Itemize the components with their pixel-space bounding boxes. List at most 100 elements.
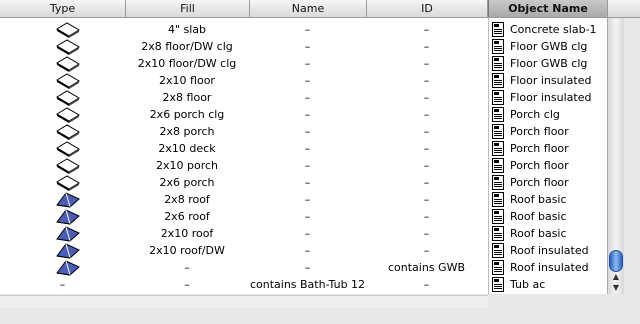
header-filler — [608, 0, 640, 17]
name-cell: – — [304, 193, 311, 206]
document-icon — [492, 90, 504, 105]
object-name-row[interactable]: Porch floor — [489, 174, 607, 191]
object-name-label: Porch floor — [510, 159, 569, 172]
table-row[interactable]: 2x10 floor/DW clg – – — [0, 55, 488, 72]
table-row[interactable]: 2x6 porch – – — [0, 174, 488, 191]
roof-icon — [54, 208, 82, 225]
object-name-row[interactable]: Porch floor — [489, 140, 607, 157]
fill-cell: 2x6 porch — [159, 176, 215, 189]
name-cell: – — [304, 142, 311, 155]
document-icon — [492, 73, 504, 88]
type-cell — [0, 208, 125, 225]
document-icon — [492, 209, 504, 224]
name-cell: – — [304, 108, 311, 121]
column-header-type[interactable]: Type — [0, 0, 126, 17]
type-cell — [0, 174, 125, 191]
object-name-row[interactable]: Roof basic — [489, 191, 607, 208]
horizontal-scroll-area[interactable] — [0, 295, 488, 308]
table-row[interactable]: 2x8 porch – – — [0, 123, 488, 140]
type-cell — [0, 242, 125, 259]
object-name-row[interactable]: Floor insulated — [489, 72, 607, 89]
object-name-label: Roof insulated — [510, 244, 589, 257]
object-name-label: Roof basic — [510, 210, 567, 223]
id-cell: – — [423, 227, 430, 240]
slab-icon — [54, 106, 82, 123]
type-cell — [0, 106, 125, 123]
type-cell — [0, 55, 125, 72]
name-cell: – — [304, 57, 311, 70]
name-cell: – — [304, 244, 311, 257]
column-header-fill[interactable]: Fill — [126, 0, 250, 17]
object-name-row[interactable]: Tub ac — [489, 276, 607, 293]
object-name-row[interactable]: Porch clg — [489, 106, 607, 123]
attributes-table: 4" slab – –2x8 floor/DW clg – –2x10 floor/DW… — [0, 18, 489, 294]
object-name-label: Porch clg — [510, 108, 560, 121]
table-row[interactable]: – – contains GWB — [0, 259, 488, 276]
fill-cell: 2x6 porch clg — [149, 108, 225, 121]
id-cell: – — [423, 57, 430, 70]
fill-cell: 2x8 floor — [162, 91, 212, 104]
object-name-row[interactable]: Floor GWB clg — [489, 55, 607, 72]
object-name-row[interactable]: Roof insulated — [489, 259, 607, 276]
scroll-down-icon[interactable]: ▼ — [608, 282, 624, 293]
type-cell — [0, 191, 125, 208]
name-cell: – — [304, 159, 311, 172]
type-cell — [0, 123, 125, 140]
object-name-row[interactable]: Floor insulated — [489, 89, 607, 106]
table-row[interactable]: 2x8 floor/DW clg – – — [0, 38, 488, 55]
table-row[interactable]: 2x6 roof – – — [0, 208, 488, 225]
table-row[interactable]: 2x10 roof/DW – – — [0, 242, 488, 259]
id-cell: – — [423, 108, 430, 121]
object-name-row[interactable]: Concrete slab-1 — [489, 21, 607, 38]
table-header: Type Fill Name ID Object Name — [0, 0, 640, 18]
slab-icon — [54, 21, 82, 38]
scroll-thumb[interactable] — [609, 250, 623, 272]
vertical-scrollbar[interactable]: ▲ ▼ — [607, 18, 624, 294]
object-name-label: Floor GWB clg — [510, 57, 588, 70]
object-name-row[interactable]: Roof basic — [489, 225, 607, 242]
table-row[interactable]: 2x10 floor – – — [0, 72, 488, 89]
type-cell — [0, 140, 125, 157]
object-name-label: Floor insulated — [510, 91, 592, 104]
column-header-name[interactable]: Name — [250, 0, 367, 17]
object-name-row[interactable]: Roof insulated — [489, 242, 607, 259]
name-cell: – — [304, 91, 311, 104]
slab-icon — [54, 72, 82, 89]
id-cell: – — [423, 278, 430, 291]
table-row[interactable]: 2x8 floor – – — [0, 89, 488, 106]
scroll-up-icon[interactable]: ▲ — [608, 271, 624, 282]
slab-icon — [54, 123, 82, 140]
fill-cell: 2x8 porch — [159, 125, 215, 138]
column-header-object-name[interactable]: Object Name — [488, 0, 608, 17]
document-icon — [492, 192, 504, 207]
type-cell: – — [59, 278, 66, 291]
table-row[interactable]: 2x10 porch – – — [0, 157, 488, 174]
object-name-row[interactable]: Porch floor — [489, 123, 607, 140]
object-name-label: Concrete slab-1 — [510, 23, 597, 36]
slab-icon — [54, 89, 82, 106]
name-cell: – — [304, 176, 311, 189]
table-row[interactable]: 4" slab – – — [0, 21, 488, 38]
type-cell — [0, 89, 125, 106]
id-cell: – — [423, 210, 430, 223]
table-row[interactable]: – – contains Bath-Tub 12 – — [0, 276, 488, 293]
object-name-row[interactable]: Floor GWB clg — [489, 38, 607, 55]
document-icon — [492, 56, 504, 71]
object-name-row[interactable]: Porch floor — [489, 157, 607, 174]
object-name-label: Floor GWB clg — [510, 40, 588, 53]
fill-cell: 2x8 floor/DW clg — [141, 40, 233, 53]
object-name-label: Roof basic — [510, 193, 567, 206]
column-header-id[interactable]: ID — [367, 0, 488, 17]
document-icon — [492, 107, 504, 122]
slab-icon — [54, 174, 82, 191]
object-name-row[interactable]: Roof basic — [489, 208, 607, 225]
document-icon — [492, 175, 504, 190]
table-row[interactable]: 2x10 roof – – — [0, 225, 488, 242]
table-row[interactable]: 2x6 porch clg – – — [0, 106, 488, 123]
document-icon — [492, 158, 504, 173]
table-row[interactable]: 2x10 deck – – — [0, 140, 488, 157]
id-cell: – — [423, 244, 430, 257]
type-cell — [0, 38, 125, 55]
table-row[interactable]: 2x8 roof – – — [0, 191, 488, 208]
name-cell: – — [304, 40, 311, 53]
